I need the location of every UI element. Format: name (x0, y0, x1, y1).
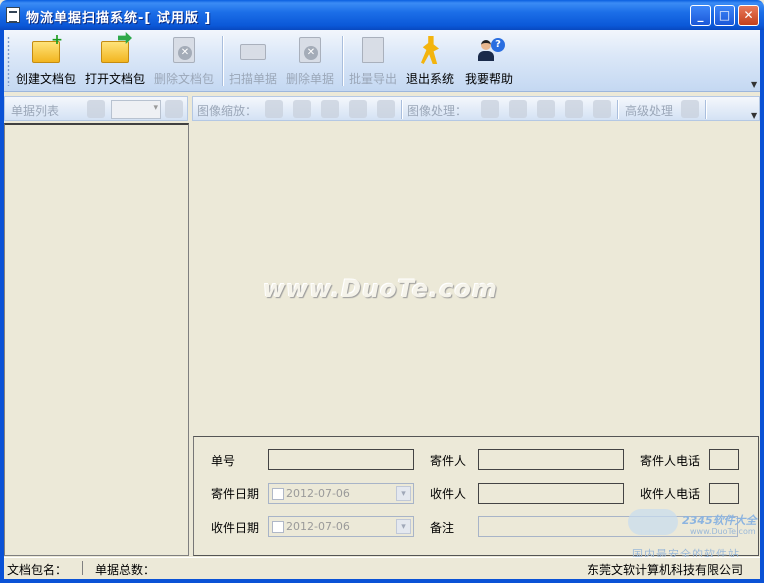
site-url-text: www.DuoTe.com (690, 527, 756, 536)
toolbar-separator (705, 100, 707, 119)
help-icon: ? (474, 36, 505, 64)
zoom-out-icon[interactable] (293, 100, 311, 118)
scanner-icon (238, 36, 268, 64)
status-bar: 文档包名： 单据总数： 东莞文软计算机科技有限公司 (4, 557, 760, 579)
chevron-down-icon[interactable]: ▾ (396, 486, 411, 501)
fit-width-icon[interactable] (321, 100, 339, 118)
image-preview-area[interactable]: www.DuoTe.com (191, 123, 760, 435)
rotate-left-icon[interactable] (537, 100, 555, 118)
status-separator (82, 561, 83, 575)
sender-phone-label: 寄件人电话 (640, 454, 701, 468)
scan-document-label: 扫描单据 (228, 72, 277, 86)
toolbar-separator (401, 100, 403, 119)
remark-label: 备注 (430, 521, 455, 535)
toolbar-separator (617, 100, 619, 119)
receive-date-picker[interactable]: 2012-07-06 ▾ (268, 516, 414, 537)
site-watermark: 2345软件大全 www.DuoTe.com 国内最安全的软件站 (628, 505, 762, 563)
exit-system-button[interactable]: 退出系统 (404, 34, 456, 86)
title-bar[interactable]: 物流单据扫描系统-[ 试用版 ] _ □ ✕ (0, 0, 764, 30)
receive-date-checkbox[interactable] (272, 521, 284, 533)
company-name: 东莞文软计算机科技有限公司 (587, 563, 744, 577)
maximize-button[interactable]: □ (714, 5, 735, 26)
rotate-right-icon[interactable] (565, 100, 583, 118)
watermark-text: www.DuoTe.com (263, 275, 498, 303)
save-image-icon[interactable] (481, 100, 499, 118)
page-select[interactable] (111, 100, 161, 119)
scan-document-button[interactable]: 扫描单据 (227, 34, 279, 86)
previous-arrow-icon[interactable] (87, 100, 105, 118)
order-no-label: 单号 (211, 454, 236, 468)
document-list-panel[interactable] (4, 123, 189, 556)
batch-export-label: 批量导出 (348, 72, 397, 86)
help-label: 我要帮助 (464, 72, 513, 86)
window-title: 物流单据扫描系统-[ 试用版 ] (26, 11, 212, 26)
order-no-input[interactable] (268, 449, 414, 470)
sender-phone-input[interactable] (709, 449, 739, 470)
close-button[interactable]: ✕ (738, 5, 759, 26)
open-folder-icon (100, 32, 132, 64)
actual-size-icon[interactable] (377, 100, 395, 118)
advanced-processing-label: 高级处理 (625, 104, 674, 118)
image-toolbar: 图像缩放： 图像处理： 高级处理 ▼ (192, 96, 760, 121)
toolbar-separator (222, 36, 224, 86)
help-button[interactable]: ? 我要帮助 (461, 34, 517, 86)
package-name-label: 文档包名： (7, 563, 68, 577)
receiver-phone-input[interactable] (709, 483, 739, 504)
advanced-processing-icon[interactable] (681, 100, 699, 118)
receiver-input[interactable] (478, 483, 624, 504)
new-folder-icon: + (31, 33, 63, 64)
toolbar-overflow-icon[interactable]: ▼ (751, 111, 757, 120)
site-logo-text: 2345软件大全 (682, 514, 757, 527)
receive-date-value: 2012-07-06 (286, 520, 350, 533)
zoom-in-icon[interactable] (265, 100, 283, 118)
image-zoom-label: 图像缩放： (197, 104, 258, 118)
sender-label: 寄件人 (430, 454, 467, 468)
flip-vertical-icon[interactable] (593, 100, 611, 118)
document-total-label: 单据总数： (95, 563, 156, 577)
export-icon (358, 36, 388, 64)
image-processing-label: 图像处理： (407, 104, 468, 118)
send-date-label: 寄件日期 (211, 487, 260, 501)
delete-document-label: 删除单据 (285, 72, 334, 86)
main-toolbar: + 创建文档包 打开文档包 ✕ 删除文档包 扫描单据 ✕ 删除单据 批量导出 退… (4, 30, 760, 92)
delete-folder-icon: ✕ (169, 36, 199, 64)
send-date-value: 2012-07-06 (286, 487, 350, 500)
delete-package-label: 删除文档包 (153, 72, 214, 86)
minimize-button[interactable]: _ (690, 5, 711, 26)
delete-image-icon[interactable] (509, 100, 527, 118)
next-arrow-icon[interactable] (165, 100, 183, 118)
sender-input[interactable] (478, 449, 624, 470)
receiver-phone-label: 收件人电话 (640, 487, 701, 501)
fit-height-icon[interactable] (349, 100, 367, 118)
list-toolbar: 单据列表 (4, 96, 188, 121)
exit-system-label: 退出系统 (405, 72, 454, 86)
toolbar-grip[interactable] (7, 36, 10, 86)
batch-export-button[interactable]: 批量导出 (347, 34, 399, 86)
send-date-picker[interactable]: 2012-07-06 ▾ (268, 483, 414, 504)
chevron-down-icon[interactable]: ▾ (396, 519, 411, 534)
receive-date-label: 收件日期 (211, 521, 260, 535)
open-package-label: 打开文档包 (84, 72, 145, 86)
toolbar-separator (342, 36, 344, 86)
create-package-button[interactable]: + 创建文档包 (14, 33, 78, 86)
document-list-label: 单据列表 (11, 104, 60, 118)
open-package-button[interactable]: 打开文档包 (83, 32, 147, 86)
app-icon (6, 7, 20, 23)
receiver-label: 收件人 (430, 487, 467, 501)
delete-package-button[interactable]: ✕ 删除文档包 (152, 34, 216, 86)
exit-runner-icon (415, 36, 445, 64)
toolbar-overflow-icon[interactable]: ▼ (751, 80, 757, 89)
mascot-icon (628, 509, 678, 535)
delete-document-icon: ✕ (295, 36, 325, 64)
create-package-label: 创建文档包 (15, 72, 76, 86)
send-date-checkbox[interactable] (272, 488, 284, 500)
delete-document-button[interactable]: ✕ 删除单据 (284, 34, 336, 86)
